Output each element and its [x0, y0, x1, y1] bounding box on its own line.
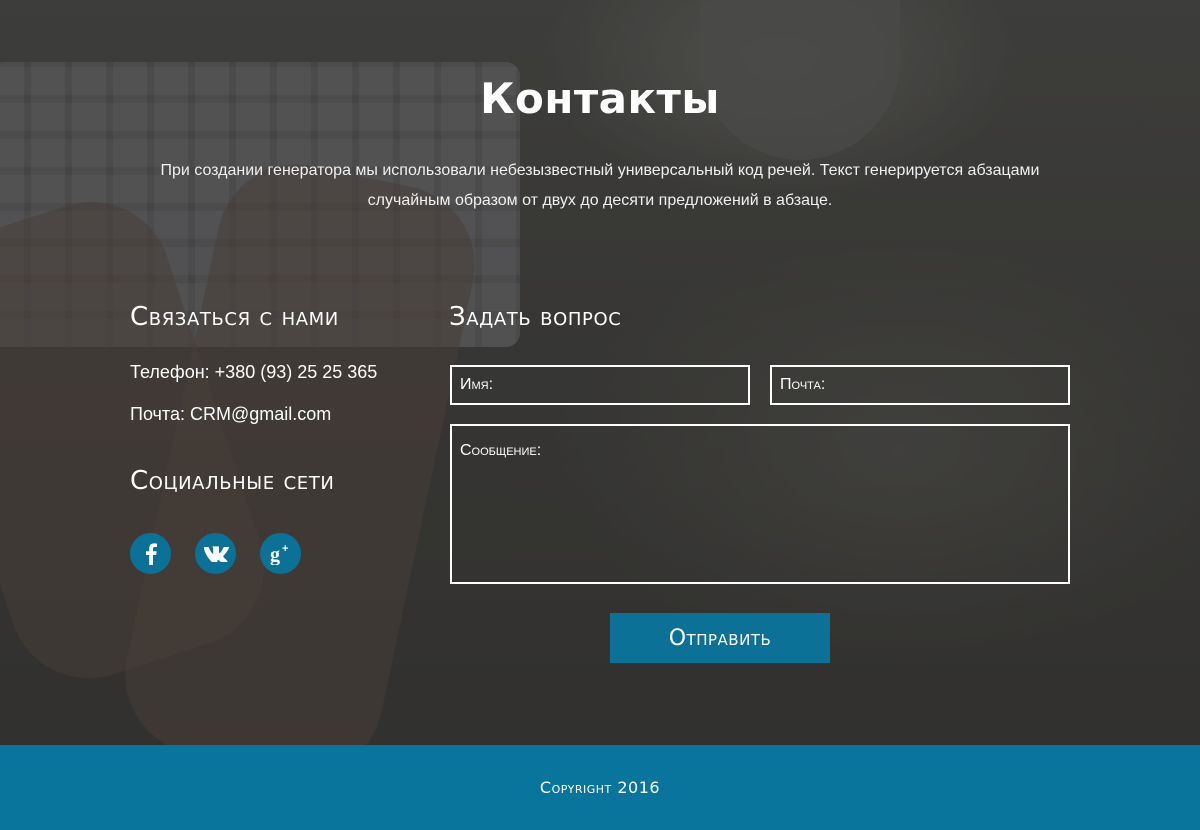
contact-heading: Связаться с нами	[130, 302, 339, 332]
message-input[interactable]	[450, 424, 1070, 584]
email-input[interactable]	[770, 365, 1070, 405]
google-plus-link[interactable]: g +	[260, 533, 301, 574]
svg-text:g: g	[270, 544, 280, 565]
svg-text:+: +	[282, 543, 288, 555]
page-title: Контакты	[480, 74, 720, 123]
question-heading: Задать вопрос	[449, 302, 622, 332]
vk-link[interactable]	[195, 533, 236, 574]
facebook-link[interactable]	[130, 533, 171, 574]
google-plus-icon: g +	[270, 543, 288, 565]
footer: Copyright 2016	[0, 745, 1200, 830]
social-links: g +	[130, 533, 301, 574]
copyright-text: Copyright 2016	[539, 778, 661, 797]
intro-text: При создании генератора мы использовали …	[160, 162, 1040, 209]
facebook-icon	[145, 542, 157, 565]
email-text: Почта: CRM@gmail.com	[130, 404, 332, 424]
social-heading: Социальные сети	[130, 466, 335, 496]
contacts-section: Контакты При создании генератора мы испо…	[0, 0, 1200, 745]
submit-button[interactable]: Отправить	[610, 613, 830, 663]
name-input[interactable]	[450, 365, 750, 405]
phone-text: Телефон: +380 (93) 25 25 365	[130, 362, 378, 382]
vk-icon	[203, 545, 229, 562]
